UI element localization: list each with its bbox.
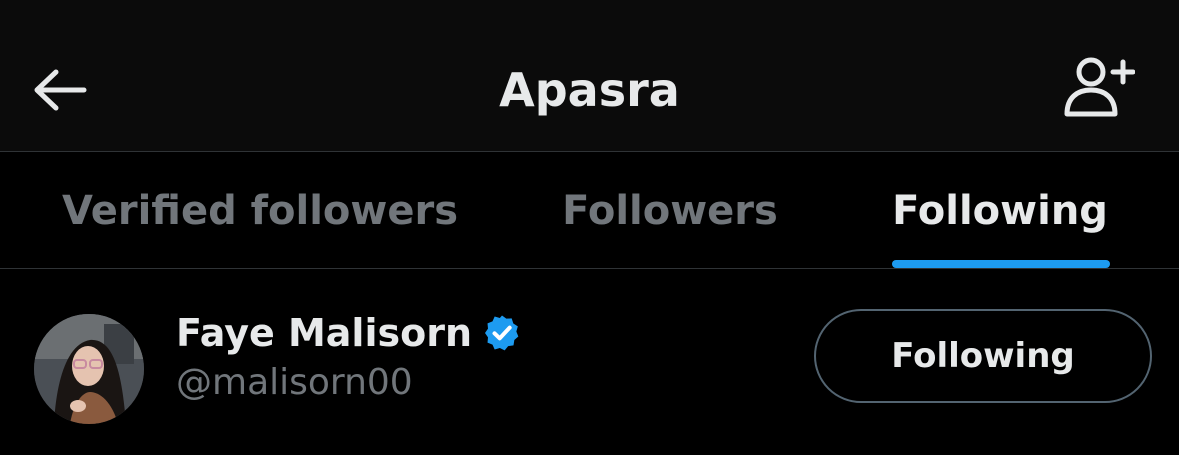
user-handle[interactable]: @malisorn00: [176, 362, 413, 403]
page-title: Apasra: [499, 63, 680, 117]
avatar-image: [34, 314, 144, 424]
verified-badge-icon: [482, 313, 522, 353]
following-page: Apasra Verified followers Followers Foll…: [0, 0, 1179, 455]
top-bar: Apasra: [0, 0, 1179, 152]
add-user-icon: [1064, 57, 1135, 117]
tab-followers[interactable]: Followers: [520, 153, 820, 269]
tab-bar: Verified followers Followers Following: [0, 153, 1179, 269]
user-name-row[interactable]: Faye Malisorn: [176, 308, 522, 358]
avatar[interactable]: [34, 314, 144, 424]
display-name: Faye Malisorn: [176, 311, 473, 355]
list-item[interactable]: Faye Malisorn @malisorn00 Following: [0, 270, 1179, 455]
add-user-button[interactable]: [1058, 55, 1138, 121]
tab-verified-followers[interactable]: Verified followers: [30, 153, 490, 269]
active-tab-indicator: [892, 260, 1110, 268]
following-button[interactable]: Following: [814, 309, 1152, 403]
tab-following[interactable]: Following: [860, 153, 1140, 269]
